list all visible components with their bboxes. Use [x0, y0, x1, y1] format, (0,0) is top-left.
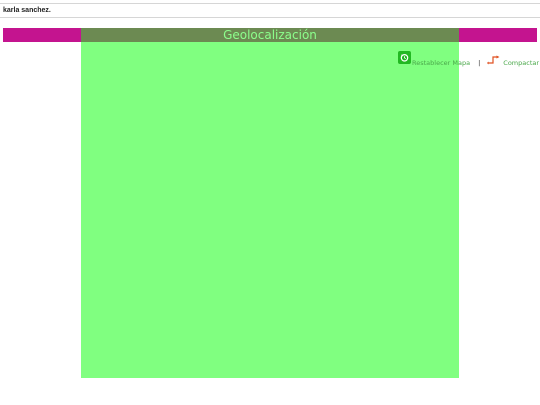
user-bar: karla sanchez.	[0, 3, 540, 18]
reset-map-icon[interactable]	[398, 50, 411, 64]
separator: |	[478, 59, 481, 67]
map-controls: Restablecer Mapa | Compactar	[398, 50, 539, 69]
compact-link[interactable]: Compactar	[503, 59, 539, 67]
reset-map-link[interactable]: Restablecer Mapa	[412, 59, 470, 67]
page: karla sanchez. Geolocalización Restablec…	[0, 0, 540, 405]
map-area[interactable]	[81, 28, 459, 378]
compact-icon[interactable]	[487, 54, 501, 66]
map-title: Geolocalización	[223, 28, 317, 42]
user-name: karla sanchez.	[3, 7, 51, 14]
